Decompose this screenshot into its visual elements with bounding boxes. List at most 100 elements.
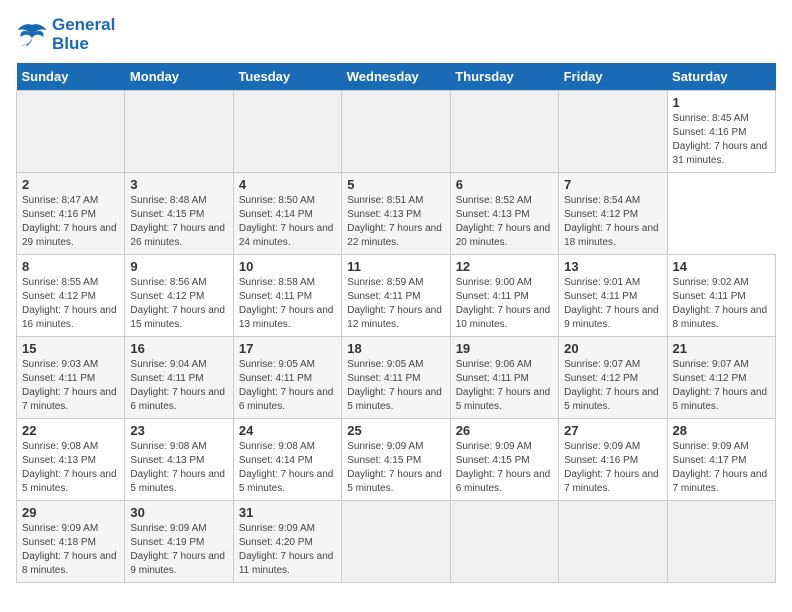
day-info: Sunrise: 9:08 AMSunset: 4:14 PMDaylight:… — [239, 440, 336, 496]
header-sunday: Sunday — [17, 63, 125, 91]
day-info: Sunrise: 9:09 AMSunset: 4:20 PMDaylight:… — [239, 522, 336, 578]
day-number: 18 — [347, 341, 444, 356]
day-number: 7 — [564, 177, 661, 192]
calendar-header-row: SundayMondayTuesdayWednesdayThursdayFrid… — [17, 63, 776, 91]
header-wednesday: Wednesday — [342, 63, 450, 91]
calendar-cell: 6 Sunrise: 8:52 AMSunset: 4:13 PMDaylight… — [450, 173, 558, 255]
calendar-cell — [667, 501, 775, 583]
page-header: General Blue — [16, 16, 776, 53]
day-info: Sunrise: 8:59 AMSunset: 4:11 PMDaylight:… — [347, 276, 444, 332]
calendar-cell: 14 Sunrise: 9:02 AMSunset: 4:11 PMDayligh… — [667, 255, 775, 337]
day-info: Sunrise: 9:07 AMSunset: 4:12 PMDaylight:… — [564, 358, 661, 414]
logo-text: General Blue — [52, 16, 115, 53]
calendar-cell: 18 Sunrise: 9:05 AMSunset: 4:11 PMDayligh… — [342, 337, 450, 419]
calendar-week-3: 8 Sunrise: 8:55 AMSunset: 4:12 PMDaylight… — [17, 255, 776, 337]
calendar-cell: 11 Sunrise: 8:59 AMSunset: 4:11 PMDayligh… — [342, 255, 450, 337]
day-number: 26 — [456, 423, 553, 438]
calendar-week-5: 22 Sunrise: 9:08 AMSunset: 4:13 PMDayligh… — [17, 419, 776, 501]
header-saturday: Saturday — [667, 63, 775, 91]
calendar-cell: 12Sunrise: 9:00 AMSunset: 4:11 PMDayligh… — [450, 255, 558, 337]
calendar-cell: 15 Sunrise: 9:03 AMSunset: 4:11 PMDayligh… — [17, 337, 125, 419]
logo-icon — [16, 21, 48, 49]
day-info: Sunrise: 9:09 AMSunset: 4:19 PMDaylight:… — [130, 522, 227, 578]
day-info: Sunrise: 8:56 AMSunset: 4:12 PMDaylight:… — [130, 276, 227, 332]
day-number: 2 — [22, 177, 119, 192]
day-info: Sunrise: 9:06 AMSunset: 4:11 PMDaylight:… — [456, 358, 553, 414]
calendar-cell: 17 Sunrise: 9:05 AMSunset: 4:11 PMDayligh… — [233, 337, 341, 419]
day-number: 3 — [130, 177, 227, 192]
day-number: 4 — [239, 177, 336, 192]
calendar-cell — [125, 91, 233, 173]
calendar-table: SundayMondayTuesdayWednesdayThursdayFrid… — [16, 63, 776, 583]
day-number: 9 — [130, 259, 227, 274]
day-info: Sunrise: 9:08 AMSunset: 4:13 PMDaylight:… — [130, 440, 227, 496]
day-info: Sunrise: 9:08 AMSunset: 4:13 PMDaylight:… — [22, 440, 119, 496]
day-number: 1 — [673, 95, 770, 110]
day-info: Sunrise: 9:05 AMSunset: 4:11 PMDaylight:… — [347, 358, 444, 414]
header-thursday: Thursday — [450, 63, 558, 91]
calendar-cell — [17, 91, 125, 173]
day-number: 13 — [564, 259, 661, 274]
calendar-cell: 21Sunrise: 9:07 AMSunset: 4:12 PMDayligh… — [667, 337, 775, 419]
calendar-cell: 28 Sunrise: 9:09 AMSunset: 4:17 PMDayligh… — [667, 419, 775, 501]
day-info: Sunrise: 8:55 AMSunset: 4:12 PMDaylight:… — [22, 276, 119, 332]
day-number: 17 — [239, 341, 336, 356]
day-number: 15 — [22, 341, 119, 356]
day-info: Sunrise: 9:09 AMSunset: 4:18 PMDaylight:… — [22, 522, 119, 578]
header-friday: Friday — [559, 63, 667, 91]
day-info: Sunrise: 8:51 AMSunset: 4:13 PMDaylight:… — [347, 194, 444, 250]
calendar-cell: 16Sunrise: 9:04 AMSunset: 4:11 PMDayligh… — [125, 337, 233, 419]
day-number: 27 — [564, 423, 661, 438]
calendar-cell: 29 Sunrise: 9:09 AMSunset: 4:18 PMDayligh… — [17, 501, 125, 583]
calendar-cell — [342, 91, 450, 173]
calendar-cell — [450, 501, 558, 583]
calendar-week-6: 29 Sunrise: 9:09 AMSunset: 4:18 PMDayligh… — [17, 501, 776, 583]
header-tuesday: Tuesday — [233, 63, 341, 91]
calendar-cell: 22 Sunrise: 9:08 AMSunset: 4:13 PMDayligh… — [17, 419, 125, 501]
calendar-cell: 7 Sunrise: 8:54 AMSunset: 4:12 PMDaylight… — [559, 173, 667, 255]
calendar-cell: 13 Sunrise: 9:01 AMSunset: 4:11 PMDayligh… — [559, 255, 667, 337]
calendar-cell — [559, 91, 667, 173]
calendar-week-4: 15 Sunrise: 9:03 AMSunset: 4:11 PMDayligh… — [17, 337, 776, 419]
day-info: Sunrise: 9:09 AMSunset: 4:16 PMDaylight:… — [564, 440, 661, 496]
calendar-cell — [342, 501, 450, 583]
day-info: Sunrise: 9:02 AMSunset: 4:11 PMDaylight:… — [673, 276, 770, 332]
day-info: Sunrise: 9:03 AMSunset: 4:11 PMDaylight:… — [22, 358, 119, 414]
calendar-cell: 24 Sunrise: 9:08 AMSunset: 4:14 PMDayligh… — [233, 419, 341, 501]
calendar-cell: 2Sunrise: 8:47 AMSunset: 4:16 PMDaylight… — [17, 173, 125, 255]
day-number: 22 — [22, 423, 119, 438]
day-info: Sunrise: 9:07 AMSunset: 4:12 PMDaylight:… — [673, 358, 770, 414]
day-number: 14 — [673, 259, 770, 274]
calendar-cell: 23 Sunrise: 9:08 AMSunset: 4:13 PMDayligh… — [125, 419, 233, 501]
day-info: Sunrise: 9:04 AMSunset: 4:11 PMDaylight:… — [130, 358, 227, 414]
day-number: 19 — [456, 341, 553, 356]
calendar-cell: 1Sunrise: 8:45 AMSunset: 4:16 PMDaylight… — [667, 91, 775, 173]
day-number: 29 — [22, 505, 119, 520]
day-info: Sunrise: 9:09 AMSunset: 4:17 PMDaylight:… — [673, 440, 770, 496]
day-number: 12 — [456, 259, 553, 274]
calendar-cell: 19 Sunrise: 9:06 AMSunset: 4:11 PMDayligh… — [450, 337, 558, 419]
calendar-week-2: 2Sunrise: 8:47 AMSunset: 4:16 PMDaylight… — [17, 173, 776, 255]
calendar-cell: 4Sunrise: 8:50 AMSunset: 4:14 PMDaylight… — [233, 173, 341, 255]
day-number: 8 — [22, 259, 119, 274]
calendar-cell: 26Sunrise: 9:09 AMSunset: 4:15 PMDayligh… — [450, 419, 558, 501]
day-info: Sunrise: 8:52 AMSunset: 4:13 PMDaylight:… — [456, 194, 553, 250]
day-number: 6 — [456, 177, 553, 192]
calendar-cell: 10Sunrise: 8:58 AMSunset: 4:11 PMDayligh… — [233, 255, 341, 337]
day-number: 25 — [347, 423, 444, 438]
day-number: 11 — [347, 259, 444, 274]
day-number: 23 — [130, 423, 227, 438]
calendar-cell — [559, 501, 667, 583]
day-info: Sunrise: 8:58 AMSunset: 4:11 PMDaylight:… — [239, 276, 336, 332]
day-number: 28 — [673, 423, 770, 438]
day-info: Sunrise: 9:05 AMSunset: 4:11 PMDaylight:… — [239, 358, 336, 414]
calendar-cell: 20Sunrise: 9:07 AMSunset: 4:12 PMDayligh… — [559, 337, 667, 419]
day-number: 24 — [239, 423, 336, 438]
calendar-cell: 25 Sunrise: 9:09 AMSunset: 4:15 PMDayligh… — [342, 419, 450, 501]
day-info: Sunrise: 8:54 AMSunset: 4:12 PMDaylight:… — [564, 194, 661, 250]
day-info: Sunrise: 9:01 AMSunset: 4:11 PMDaylight:… — [564, 276, 661, 332]
calendar-cell: 8 Sunrise: 8:55 AMSunset: 4:12 PMDaylight… — [17, 255, 125, 337]
day-number: 30 — [130, 505, 227, 520]
day-info: Sunrise: 9:09 AMSunset: 4:15 PMDaylight:… — [347, 440, 444, 496]
calendar-cell: 9 Sunrise: 8:56 AMSunset: 4:12 PMDaylight… — [125, 255, 233, 337]
